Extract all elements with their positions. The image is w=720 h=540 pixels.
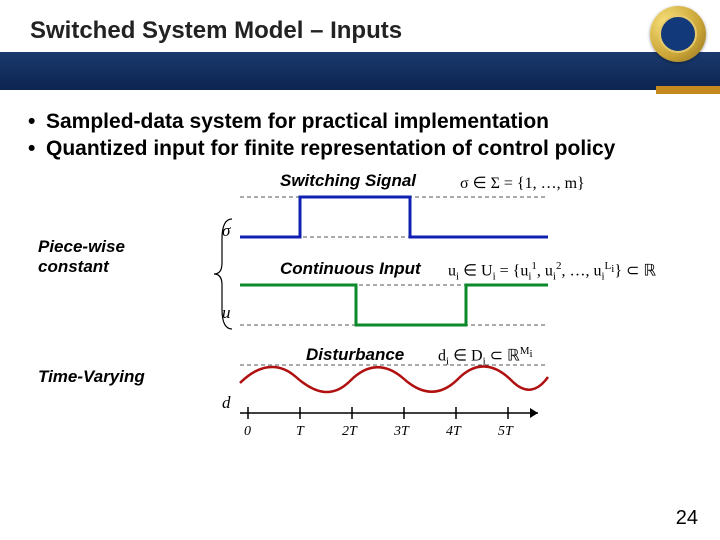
accent-bar — [656, 86, 720, 94]
d-symbol: d — [222, 393, 231, 413]
waveforms: 0 T 2T 3T 4T 5T — [238, 177, 558, 437]
tick-5: 5T — [498, 424, 514, 437]
bullet-item: Sampled-data system for practical implem… — [28, 108, 692, 135]
u-symbol: u — [222, 303, 231, 323]
label-timevarying: Time-Varying — [38, 367, 148, 387]
tick-1: T — [296, 424, 305, 437]
page-title: Switched System Model – Inputs — [30, 17, 402, 45]
label-piecewise: Piece-wise constant — [38, 237, 148, 278]
seal-icon — [650, 6, 706, 62]
bullet-list: Sampled-data system for practical implem… — [28, 108, 692, 163]
tick-3: 3T — [393, 424, 410, 437]
tick-0: 0 — [244, 424, 251, 437]
tick-4: 4T — [446, 424, 462, 437]
page-number: 24 — [676, 507, 698, 530]
header-band — [0, 52, 720, 90]
tick-2: 2T — [342, 424, 358, 437]
sigma-symbol: σ — [222, 221, 230, 241]
diagram: Piece-wise constant Time-Varying σ u d S… — [28, 177, 688, 477]
bullet-item: Quantized input for finite representatio… — [28, 135, 692, 162]
